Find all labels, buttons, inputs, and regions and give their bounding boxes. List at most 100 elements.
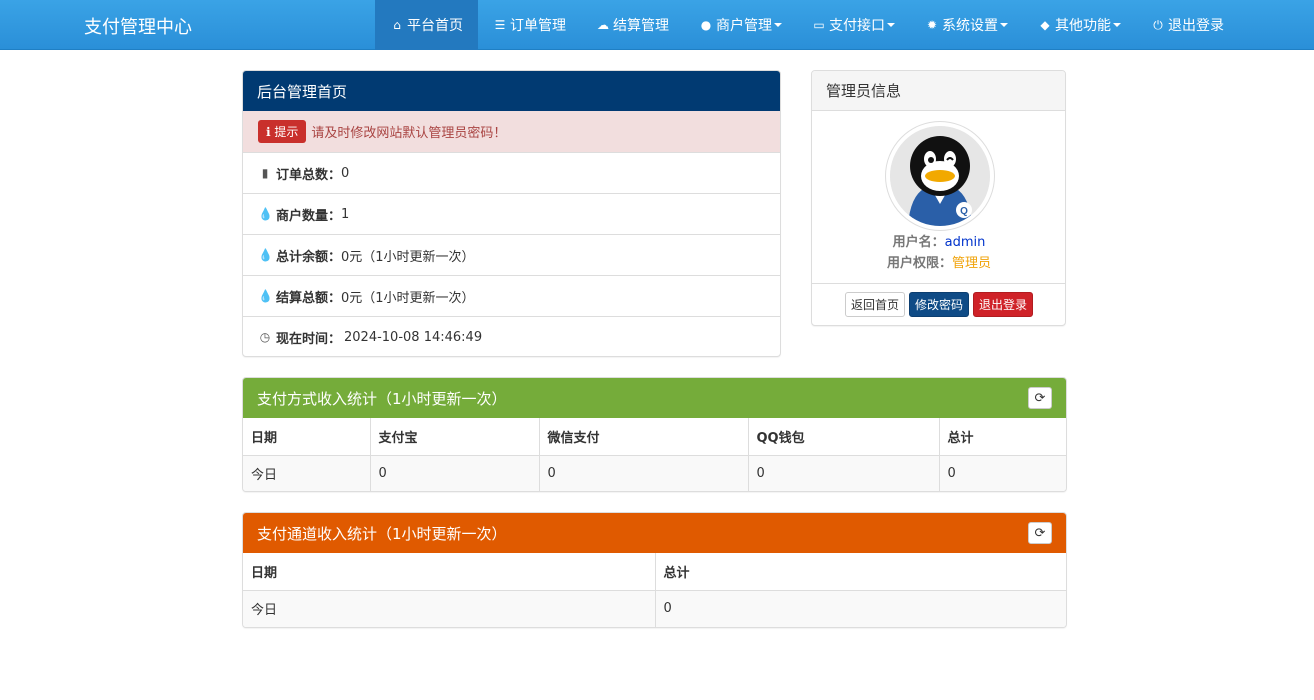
drop-icon: 💧 — [258, 289, 273, 303]
list-icon: ☰ — [494, 18, 506, 32]
caret-down-icon — [774, 23, 782, 27]
column-header: 支付宝 — [370, 418, 540, 456]
nav-item-label: 订单管理 — [510, 18, 566, 34]
stat-value: 2024-10-08 14:46:49 — [344, 329, 483, 345]
nav-item-label: 结算管理 — [613, 18, 669, 34]
home-panel-heading: 后台管理首页 — [243, 71, 780, 111]
table-header-row: 日期 总计 — [243, 553, 1066, 591]
main-nav: ⌂ 平台首页 ☰ 订单管理 ☁ 结算管理 ● 商户管理 ▭ 支付接口 ✹ 系统设… — [375, 0, 1239, 50]
back-home-button[interactable]: 返回首页 — [844, 292, 905, 317]
nav-item-merchants[interactable]: ● 商户管理 — [684, 0, 797, 50]
nav-item-system-settings[interactable]: ✹ 系统设置 — [910, 0, 1023, 50]
refresh-icon: ⟳ — [1034, 390, 1046, 406]
method-stats-table: 日期 支付宝 微信支付 QQ钱包 总计 今日 0 0 0 0 — [243, 418, 1066, 491]
channel-stats-panel: 支付通道收入统计（1小时更新一次） ⟳ 日期 总计 今日 0 — [242, 512, 1067, 628]
admin-actions: 返回首页 修改密码 退出登录 — [812, 283, 1065, 325]
caret-down-icon — [1000, 23, 1008, 27]
stat-value: 0元（1小时更新一次） — [341, 249, 475, 265]
stat-value: 0 — [341, 165, 350, 181]
bar-chart-icon: ▮ — [261, 166, 269, 180]
channel-stats-table: 日期 总计 今日 0 — [243, 553, 1066, 627]
stat-row-merchants: 💧 商户数量： 1 — [243, 193, 780, 234]
role-label: 用户权限： — [886, 256, 952, 271]
cloud-icon: ☁ — [597, 18, 609, 32]
table-row: 今日 0 0 0 0 — [243, 455, 1066, 491]
credit-card-icon: ▭ — [813, 18, 825, 32]
avatar: Q — [885, 121, 995, 231]
top-navbar: 支付管理中心 ⌂ 平台首页 ☰ 订单管理 ☁ 结算管理 ● 商户管理 ▭ 支付接… — [0, 0, 1314, 50]
column-header: 总计 — [655, 553, 1066, 591]
column-header: 总计 — [939, 418, 1066, 456]
table-cell: 今日 — [243, 590, 656, 627]
refresh-icon: ⟳ — [1034, 525, 1046, 541]
stat-row-balance: 💧 总计余额： 0元（1小时更新一次） — [243, 234, 780, 275]
tip-badge-label: 提示 — [274, 125, 299, 139]
table-cell: 0 — [748, 455, 940, 491]
caret-down-icon — [1113, 23, 1121, 27]
nav-item-label: 商户管理 — [716, 18, 772, 34]
change-password-button[interactable]: 修改密码 — [908, 292, 969, 317]
table-cell: 0 — [370, 455, 540, 491]
nav-item-label: 退出登录 — [1168, 18, 1224, 34]
logout-button[interactable]: 退出登录 — [973, 292, 1034, 317]
method-stats-heading: 支付方式收入统计（1小时更新一次） ⟳ — [243, 378, 1066, 418]
column-header: 日期 — [243, 553, 656, 591]
stat-label: 现在时间： — [276, 331, 342, 347]
table-header-row: 日期 支付宝 微信支付 QQ钱包 总计 — [243, 418, 1066, 456]
panel-title: 支付通道收入统计（1小时更新一次） — [257, 524, 507, 543]
nav-item-payment-api[interactable]: ▭ 支付接口 — [797, 0, 910, 50]
table-cell: 0 — [539, 455, 749, 491]
nav-item-label: 平台首页 — [407, 18, 463, 34]
nav-item-settlement[interactable]: ☁ 结算管理 — [581, 0, 684, 50]
svg-text:Q: Q — [960, 206, 968, 217]
channel-stats-heading: 支付通道收入统计（1小时更新一次） ⟳ — [243, 513, 1066, 553]
drop-icon: 💧 — [258, 207, 273, 221]
stat-row-orders: ▮ 订单总数： 0 — [243, 152, 780, 193]
cube-icon: ◆ — [1040, 18, 1050, 32]
brand-title[interactable]: 支付管理中心 — [84, 13, 192, 39]
role-value: 管理员 — [952, 256, 992, 271]
nav-item-home[interactable]: ⌂ 平台首页 — [375, 0, 478, 50]
username-label: 用户名： — [892, 235, 945, 250]
alert-text: 请及时修改网站默认管理员密码！ — [311, 126, 507, 141]
nav-item-label: 支付接口 — [829, 18, 885, 34]
column-header: 日期 — [243, 418, 371, 456]
panel-title: 管理员信息 — [826, 82, 902, 100]
nav-item-logout[interactable]: ⏻ 退出登录 — [1136, 0, 1239, 50]
table-cell: 0 — [947, 466, 956, 482]
column-header: QQ钱包 — [748, 418, 940, 456]
username-value: admin — [944, 235, 986, 250]
drop-icon: 💧 — [258, 248, 273, 262]
nav-item-label: 系统设置 — [942, 18, 998, 34]
stat-value: 1 — [341, 206, 350, 222]
refresh-button[interactable]: ⟳ — [1028, 387, 1052, 409]
table-cell: 0 — [663, 601, 672, 617]
role-line: 用户权限：管理员 — [812, 252, 1065, 271]
user-icon: ● — [700, 18, 712, 32]
power-icon: ⏻ — [1153, 17, 1163, 32]
column-header: 微信支付 — [539, 418, 749, 456]
gear-icon: ✹ — [926, 18, 938, 32]
nav-item-orders[interactable]: ☰ 订单管理 — [478, 0, 581, 50]
method-stats-panel: 支付方式收入统计（1小时更新一次） ⟳ 日期 支付宝 微信支付 QQ钱包 总计 … — [242, 377, 1067, 492]
stat-label: 商户数量： — [276, 208, 342, 224]
stat-row-settlement: 💧 结算总额： 0元（1小时更新一次） — [243, 275, 780, 316]
stat-label: 订单总数： — [276, 167, 342, 183]
nav-item-other[interactable]: ◆ 其他功能 — [1023, 0, 1136, 50]
stat-label: 结算总额： — [276, 290, 342, 306]
home-panel: 后台管理首页 ℹ 提示 请及时修改网站默认管理员密码！ ▮ 订单总数： 0 💧 … — [242, 70, 781, 357]
stat-label: 总计余额： — [276, 249, 342, 265]
table-row: 今日 0 — [243, 590, 1066, 627]
password-alert: ℹ 提示 请及时修改网站默认管理员密码！ — [243, 111, 780, 152]
nav-item-label: 其他功能 — [1055, 18, 1111, 34]
admin-panel: 管理员信息 Q 用户名：admin 用户权限：管理员 返回首页 修改密码 退出登… — [811, 70, 1066, 326]
stat-row-time: ◷ 现在时间： 2024-10-08 14:46:49 — [243, 316, 780, 356]
refresh-button[interactable]: ⟳ — [1028, 522, 1052, 544]
table-cell: 今日 — [243, 455, 371, 491]
panel-title: 支付方式收入统计（1小时更新一次） — [257, 389, 507, 408]
admin-panel-heading: 管理员信息 — [812, 71, 1065, 111]
home-icon: ⌂ — [393, 18, 401, 32]
panel-title: 后台管理首页 — [257, 82, 348, 101]
username-line: 用户名：admin — [812, 231, 1065, 250]
caret-down-icon — [887, 23, 895, 27]
